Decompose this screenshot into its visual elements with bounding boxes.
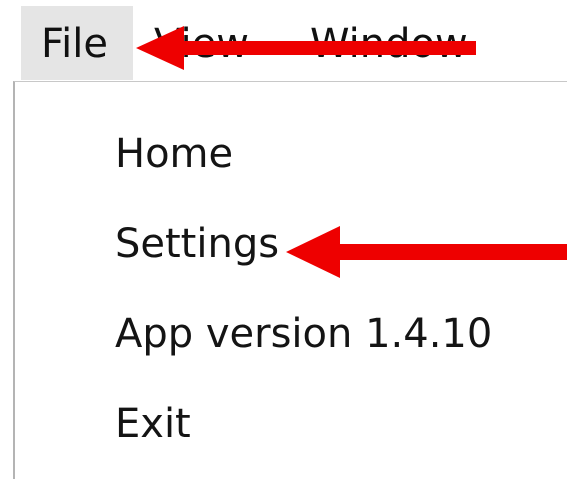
menu-item-settings[interactable]: Settings [15, 199, 567, 289]
menu-item-exit[interactable]: Exit [15, 379, 567, 469]
menu-item-home-label: Home [115, 131, 234, 177]
menu-view[interactable]: View [154, 6, 249, 80]
file-dropdown-menu: Home Settings App version 1.4.10 Exit [13, 81, 567, 479]
menu-window[interactable]: Window [310, 6, 468, 80]
menu-item-exit-label: Exit [115, 401, 191, 447]
menu-file[interactable]: File [21, 6, 133, 80]
menu-item-app-version-label: App version 1.4.10 [115, 311, 493, 357]
menu-bar: File View Window [0, 0, 567, 80]
app-window: File View Window Home Settings App versi… [0, 0, 567, 479]
menu-item-settings-label: Settings [115, 221, 280, 267]
menu-item-home[interactable]: Home [15, 109, 567, 199]
menu-item-app-version[interactable]: App version 1.4.10 [15, 289, 567, 379]
